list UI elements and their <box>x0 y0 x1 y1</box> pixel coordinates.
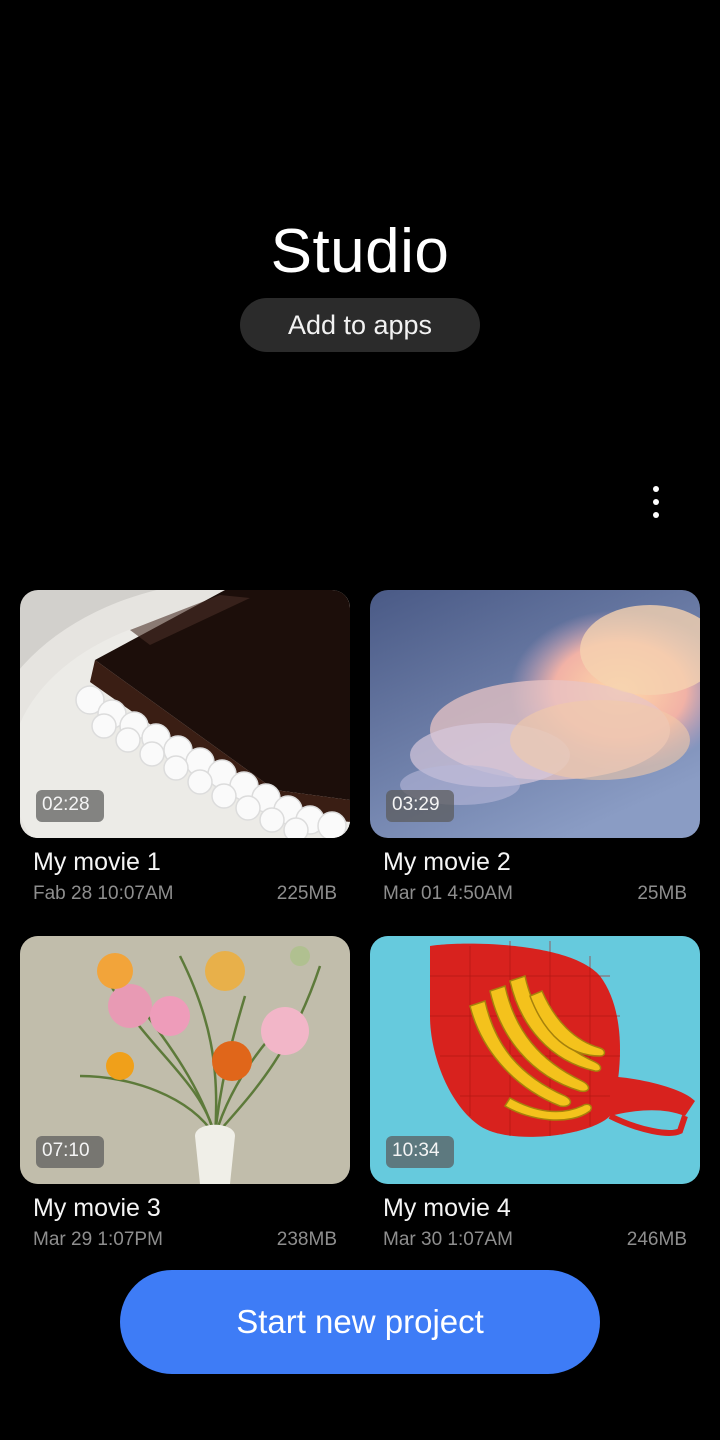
project-date: Mar 29 1:07PM <box>33 1229 163 1250</box>
project-thumbnail[interactable]: 10:34 <box>370 936 700 1184</box>
project-name: My movie 3 <box>33 1194 161 1222</box>
more-options-button[interactable] <box>636 482 676 522</box>
project-card-3[interactable]: 07:10 My movie 3 Mar 29 1:07PM 238MB <box>20 936 350 1251</box>
project-size: 25MB <box>637 883 687 904</box>
project-card-1[interactable]: 02:28 My movie 1 Fab 28 10:07AM 225MB <box>20 590 350 905</box>
project-name: My movie 2 <box>383 848 511 876</box>
page-title: Studio <box>270 217 450 286</box>
add-to-apps-button[interactable]: Add to apps <box>240 298 480 352</box>
duration-badge: 02:28 <box>36 790 104 822</box>
project-date: Mar 30 1:07AM <box>383 1229 513 1250</box>
duration-badge: 03:29 <box>386 790 454 822</box>
project-thumbnail[interactable]: 03:29 <box>370 590 700 838</box>
project-date: Fab 28 10:07AM <box>33 883 174 904</box>
duration-badge: 07:10 <box>36 1136 104 1168</box>
project-name: My movie 1 <box>33 848 161 876</box>
project-name: My movie 4 <box>383 1194 511 1222</box>
project-thumbnail[interactable]: 02:28 <box>20 590 350 838</box>
project-size: 246MB <box>626 1229 687 1250</box>
more-vertical-icon <box>653 486 659 492</box>
project-thumbnail[interactable]: 07:10 <box>20 936 350 1184</box>
project-date: Mar 01 4:50AM <box>383 883 513 904</box>
project-card-2[interactable]: 03:29 My movie 2 Mar 01 4:50AM 25MB <box>370 590 700 905</box>
start-new-project-button[interactable]: Start new project <box>120 1270 600 1374</box>
duration-badge: 10:34 <box>386 1136 454 1168</box>
project-size: 225MB <box>276 883 337 904</box>
project-card-4[interactable]: 10:34 My movie 4 Mar 30 1:07AM 246MB <box>370 936 700 1251</box>
project-size: 238MB <box>276 1229 337 1250</box>
